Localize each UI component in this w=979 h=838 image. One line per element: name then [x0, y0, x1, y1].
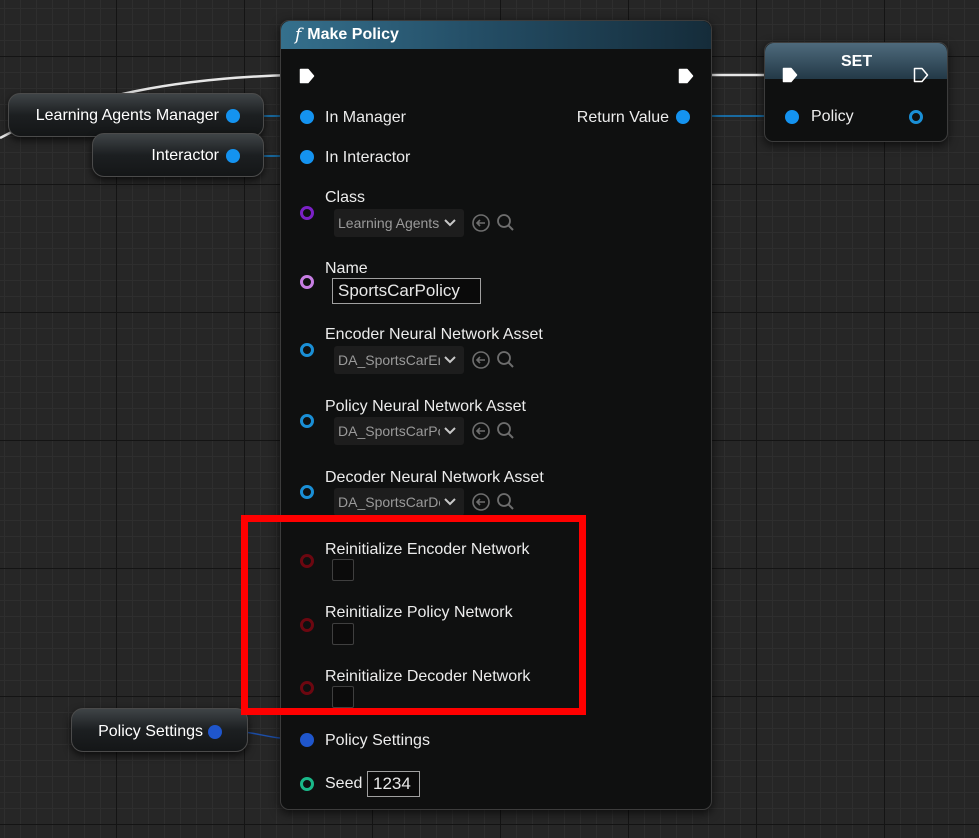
chevron-down-icon — [444, 356, 456, 364]
class-label: Class — [325, 189, 366, 206]
use-selected-icon[interactable] — [472, 422, 490, 440]
policy-settings-variable-label: Policy Settings — [98, 723, 203, 740]
highlight-box — [241, 515, 586, 715]
encoder-asset-actions — [472, 351, 514, 369]
policy-asset-value: DA_SportsCarPolicy — [338, 423, 440, 439]
exec-in-icon[interactable] — [299, 68, 315, 84]
seed-input[interactable]: 1234 — [367, 771, 420, 797]
decoder-asset-actions — [472, 493, 514, 511]
class-asset-actions — [472, 214, 514, 232]
chevron-down-icon — [444, 498, 456, 506]
learning-agents-manager-pin[interactable] — [226, 109, 240, 123]
make-policy-title: Make Policy — [307, 26, 399, 43]
use-selected-icon[interactable] — [472, 214, 490, 232]
decoder-asset-dropdown[interactable]: DA_SportsCarDecoder — [334, 488, 464, 516]
name-input[interactable]: SportsCarPolicy — [332, 278, 481, 304]
browse-search-icon[interactable] — [497, 214, 514, 231]
policy-asset-pin[interactable] — [300, 414, 314, 428]
class-dropdown[interactable]: Learning Agents Policy — [334, 209, 464, 237]
policy-settings-pin[interactable] — [300, 733, 314, 747]
name-pin[interactable] — [300, 275, 314, 289]
interactor-pin[interactable] — [226, 149, 240, 163]
encoder-asset-label: Encoder Neural Network Asset — [325, 326, 543, 343]
exec-out-icon[interactable] — [678, 68, 694, 84]
browse-search-icon[interactable] — [497, 351, 514, 368]
policy-settings-variable-node[interactable]: Policy Settings — [71, 708, 248, 752]
policy-settings-label: Policy Settings — [325, 732, 430, 749]
interactor-node[interactable]: Interactor — [92, 133, 264, 177]
decoder-asset-label: Decoder Neural Network Asset — [325, 469, 544, 486]
class-value: Learning Agents Policy — [338, 215, 440, 231]
set-exec-out-icon[interactable] — [913, 67, 929, 83]
interactor-label: Interactor — [151, 147, 219, 164]
encoder-asset-pin[interactable] — [300, 343, 314, 357]
encoder-asset-value: DA_SportsCarEncoder — [338, 352, 440, 368]
in-interactor-pin[interactable] — [300, 150, 314, 164]
set-policy-input-pin[interactable] — [785, 110, 799, 124]
seed-label: Seed — [325, 775, 363, 792]
chevron-down-icon — [444, 219, 456, 227]
in-manager-label: In Manager — [325, 109, 406, 126]
use-selected-icon[interactable] — [472, 351, 490, 369]
make-policy-header: f Make Policy — [281, 21, 711, 49]
function-icon: f — [295, 25, 302, 45]
seed-pin[interactable] — [300, 777, 314, 791]
return-value-pin[interactable] — [676, 110, 690, 124]
learning-agents-manager-label: Learning Agents Manager — [35, 107, 219, 124]
browse-search-icon[interactable] — [497, 493, 514, 510]
use-selected-icon[interactable] — [472, 493, 490, 511]
set-exec-in-icon[interactable] — [782, 67, 798, 83]
name-label: Name — [325, 260, 368, 277]
set-node-title: SET — [841, 53, 873, 70]
in-interactor-label: In Interactor — [325, 149, 411, 166]
policy-asset-actions — [472, 422, 514, 440]
set-policy-output-pin[interactable] — [909, 110, 923, 124]
class-pin[interactable] — [300, 206, 314, 220]
policy-asset-label: Policy Neural Network Asset — [325, 398, 526, 415]
encoder-asset-dropdown[interactable]: DA_SportsCarEncoder — [334, 346, 464, 374]
return-value-label: Return Value — [576, 109, 669, 126]
set-policy-label: Policy — [811, 108, 854, 125]
decoder-asset-pin[interactable] — [300, 485, 314, 499]
browse-search-icon[interactable] — [497, 422, 514, 439]
set-node[interactable]: SET Policy — [764, 42, 948, 142]
policy-asset-dropdown[interactable]: DA_SportsCarPolicy — [334, 417, 464, 445]
learning-agents-manager-node[interactable]: Learning Agents Manager — [8, 93, 264, 137]
in-manager-pin[interactable] — [300, 110, 314, 124]
chevron-down-icon — [444, 427, 456, 435]
decoder-asset-value: DA_SportsCarDecoder — [338, 494, 440, 510]
policy-settings-variable-pin[interactable] — [208, 725, 222, 739]
